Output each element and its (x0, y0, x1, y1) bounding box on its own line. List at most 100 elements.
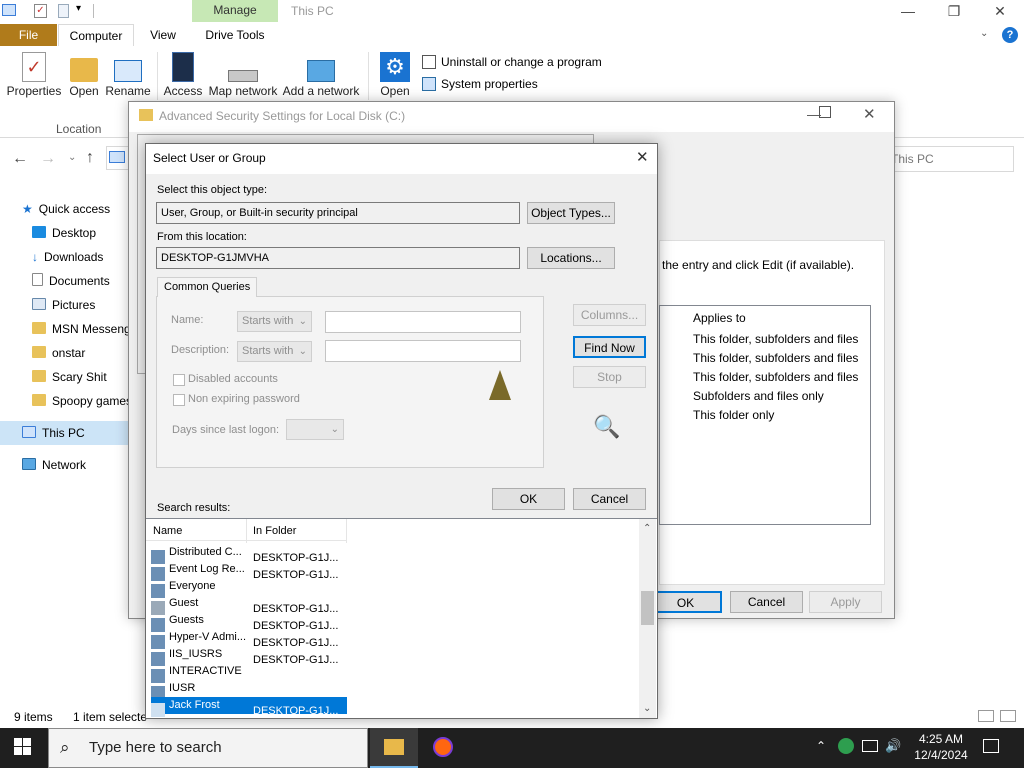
name-starts-with-select[interactable]: Starts with ⌄ (237, 311, 312, 332)
start-windows-icon[interactable] (14, 738, 32, 756)
properties-qa-icon[interactable]: ✓ (34, 4, 47, 18)
result-row-selected[interactable]: Jack Frost DESKTOP-G1J... (151, 697, 347, 717)
map-network-drive-button[interactable]: Map network (207, 52, 279, 98)
search-box[interactable]: This PC (884, 146, 1014, 172)
ribbon-group-location: Location (56, 122, 102, 136)
object-type-field: User, Group, or Built-in security princi… (156, 202, 520, 224)
back-arrow-icon[interactable]: ← (12, 150, 28, 168)
nav-item-onstar[interactable]: onstar (32, 343, 85, 363)
forward-arrow-icon[interactable]: → (40, 150, 56, 168)
chevron-down-icon: ⌄ (298, 346, 307, 357)
up-arrow-icon[interactable]: ↑ (86, 149, 94, 167)
nav-network[interactable]: Network (22, 455, 86, 475)
open-settings-button[interactable]: ⚙ Open (376, 52, 414, 98)
properties-button[interactable]: ✓ Properties (6, 52, 62, 98)
access-media-button[interactable]: Access (162, 52, 204, 98)
maximize-button[interactable] (819, 106, 831, 118)
tab-file[interactable]: File (0, 24, 57, 46)
qa-dropdown-icon[interactable]: ▾ (76, 3, 81, 14)
notification-center-icon[interactable] (983, 739, 999, 753)
nav-item-downloads[interactable]: ↓ Downloads (32, 247, 103, 267)
uninstall-program-button[interactable]: Uninstall or change a program (441, 55, 602, 69)
find-now-button[interactable]: Find Now (573, 336, 646, 358)
scroll-up-icon[interactable]: ⌃ (643, 523, 651, 534)
object-types-button[interactable]: Object Types... (527, 202, 615, 224)
stop-button[interactable]: Stop (573, 366, 646, 388)
volume-icon[interactable]: 🔊 (885, 738, 901, 754)
result-row[interactable]: Guests DESKTOP-G1J... (151, 612, 491, 632)
applies-row[interactable]: This folder only (693, 408, 774, 422)
adv-apply-button[interactable]: Apply (809, 591, 882, 613)
help-icon[interactable]: ? (1002, 27, 1018, 43)
result-row[interactable]: Guest DESKTOP-G1J... (151, 595, 491, 615)
column-header-folder[interactable]: In Folder (253, 525, 296, 537)
show-hidden-icons-icon[interactable]: ⌃ (816, 739, 826, 753)
rename-button[interactable]: Rename (105, 52, 151, 98)
applies-row[interactable]: This folder, subfolders and files (693, 351, 858, 365)
download-arrow-icon: ↓ (32, 250, 38, 264)
tab-common-queries[interactable]: Common Queries (157, 277, 258, 297)
firefox-icon[interactable] (433, 737, 453, 757)
result-row[interactable]: Distributed C... DESKTOP-G1J... (151, 544, 491, 564)
non-expiring-password-checkbox[interactable] (173, 394, 185, 406)
column-header-name[interactable]: Name (153, 525, 182, 537)
ok-button[interactable]: OK (492, 488, 565, 510)
add-network-location-button[interactable]: Add a network (281, 52, 361, 98)
tab-view[interactable]: View (138, 24, 188, 46)
applies-row[interactable]: This folder, subfolders and files (693, 332, 858, 346)
result-row[interactable]: Hyper-V Admi... DESKTOP-G1J... (151, 629, 491, 649)
result-row[interactable]: IUSR (151, 680, 491, 700)
disabled-accounts-checkbox[interactable] (173, 374, 185, 386)
description-starts-with-select[interactable]: Starts with ⌄ (237, 341, 312, 362)
nav-item-scary-shit[interactable]: Scary Shit (32, 367, 107, 387)
network-icon[interactable] (862, 740, 878, 752)
applies-row[interactable]: This folder, subfolders and files (693, 370, 858, 384)
columns-button[interactable]: Columns... (573, 304, 646, 326)
system-properties-button[interactable]: System properties (441, 77, 538, 91)
adv-ok-button[interactable]: OK (649, 591, 722, 613)
name-query-input[interactable] (325, 311, 521, 333)
adv-cancel-button[interactable]: Cancel (730, 591, 803, 613)
search-results-list[interactable]: Name In Folder Distributed C... DESKTOP-G… (146, 518, 657, 718)
scroll-down-icon[interactable]: ⌄ (643, 703, 651, 714)
nav-item-desktop[interactable]: Desktop (32, 223, 96, 243)
result-row[interactable]: Everyone (151, 578, 491, 598)
nav-item-spoopy-games[interactable]: Spoopy games (32, 391, 132, 411)
nav-quick-access[interactable]: ★ Quick access (22, 199, 110, 219)
nav-this-pc[interactable]: This PC (22, 423, 85, 443)
close-button[interactable]: ✕ (863, 105, 876, 123)
result-row[interactable]: IIS_IUSRS DESKTOP-G1J... (151, 646, 491, 666)
network-icon (22, 458, 36, 470)
locations-button[interactable]: Locations... (527, 247, 615, 269)
taskbar-clock[interactable]: 4:25 AM 12/4/2024 (906, 731, 976, 763)
scrollbar-thumb[interactable] (641, 591, 654, 625)
result-row[interactable]: Event Log Re... DESKTOP-G1J... (151, 561, 491, 581)
properties-icon: ✓ (22, 52, 46, 82)
user-status-icon[interactable] (838, 738, 854, 754)
nav-item-pictures[interactable]: Pictures (32, 295, 95, 315)
this-pc-address-icon (109, 151, 125, 163)
applies-row[interactable]: Subfolders and files only (693, 389, 824, 403)
close-button[interactable]: ✕ (977, 0, 1023, 22)
ribbon-collapse-icon[interactable]: ⌄ (980, 28, 988, 39)
dialog-close-icon[interactable]: ✕ (636, 148, 649, 166)
tab-drive-tools[interactable]: Drive Tools (192, 24, 278, 46)
nav-item-msn-messenger[interactable]: MSN Messeng (32, 319, 131, 339)
nav-item-documents[interactable]: Documents (32, 271, 110, 291)
large-icons-view-icon[interactable] (1000, 710, 1016, 722)
tab-computer[interactable]: Computer (58, 24, 134, 46)
recent-locations-icon[interactable]: ⌄ (68, 152, 76, 163)
details-view-icon[interactable] (978, 710, 994, 722)
description-query-input[interactable] (325, 340, 521, 362)
days-since-logon-select[interactable]: ⌄ (286, 419, 344, 440)
result-row[interactable]: INTERACTIVE (151, 663, 491, 683)
open-button[interactable]: Open (66, 52, 102, 98)
new-folder-qa-icon[interactable] (58, 4, 69, 18)
explorer-titlebar (0, 0, 1024, 22)
minimize-button[interactable]: — (885, 0, 931, 22)
cancel-button[interactable]: Cancel (573, 488, 646, 510)
restore-button[interactable]: ❐ (931, 0, 977, 22)
taskbar-search-box[interactable]: Type here to search (48, 728, 368, 768)
tab-manage[interactable]: Manage (192, 0, 278, 22)
applies-to-header[interactable]: Applies to (693, 311, 746, 325)
